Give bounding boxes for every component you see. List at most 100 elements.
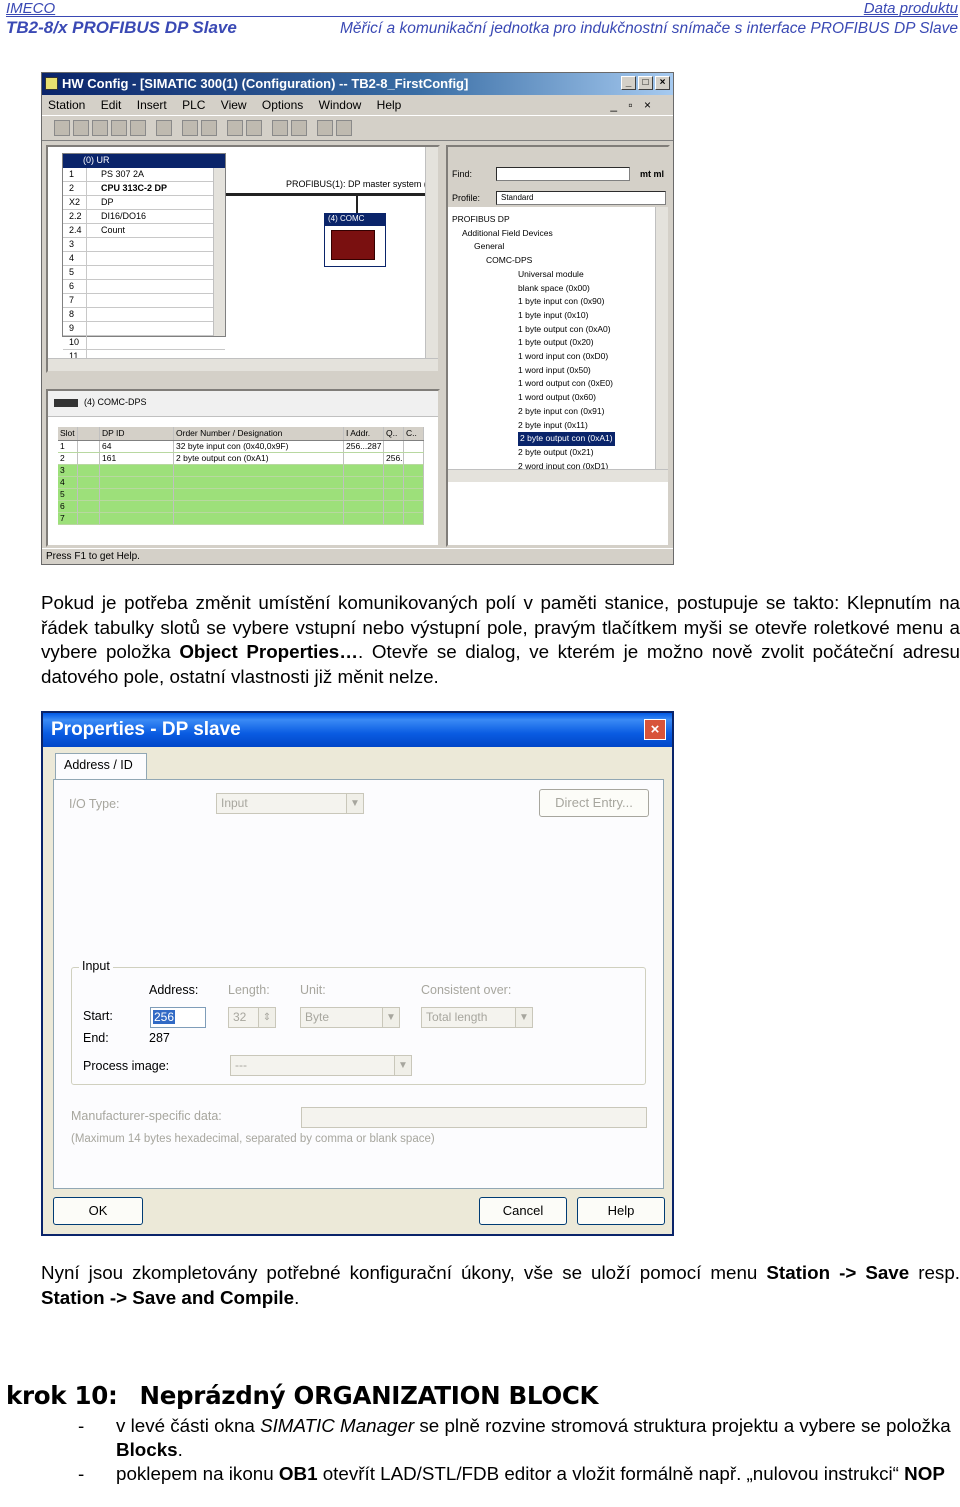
catalog-tree-item[interactable]: 2 byte output (0x21) xyxy=(452,446,652,460)
mdi-buttons[interactable]: _ ▫ × xyxy=(610,98,655,112)
table-row[interactable]: 4 xyxy=(58,477,424,489)
catalog-vertical-scrollbar[interactable] xyxy=(655,207,668,469)
slave-device[interactable]: (4) COMC xyxy=(324,213,386,267)
rack-slot: 9 xyxy=(63,322,87,335)
catalog-icon[interactable] xyxy=(291,120,307,136)
column-header[interactable]: DP ID xyxy=(100,427,174,440)
catalog-tree-item[interactable]: 1 word input con (0xD0) xyxy=(452,350,652,364)
menu-options[interactable]: Options xyxy=(262,98,303,112)
rack-row[interactable]: 2.4 Count xyxy=(63,224,225,238)
dialog-close-icon[interactable]: × xyxy=(644,719,666,740)
rack-row[interactable]: 7 xyxy=(63,294,225,308)
process-image-select[interactable]: --- ▼ xyxy=(230,1055,412,1076)
table-cell xyxy=(384,501,404,512)
help-button[interactable]: Help xyxy=(577,1197,665,1225)
download-icon[interactable] xyxy=(227,120,243,136)
ok-button[interactable]: OK xyxy=(53,1197,143,1225)
rack-row[interactable]: 10 xyxy=(63,336,225,350)
catalog-tree-item[interactable]: Additional Field Devices xyxy=(452,227,652,241)
network-icon[interactable] xyxy=(92,120,108,136)
catalog-find-buttons[interactable]: mt ml xyxy=(640,169,664,179)
unit-select[interactable]: Byte ▼ xyxy=(300,1007,400,1028)
rack-row[interactable]: 5 xyxy=(63,266,225,280)
table-row[interactable]: 1 64 32 byte input con (0x40,0x9F) 256...28… xyxy=(58,441,424,453)
rack-row[interactable]: 9 xyxy=(63,322,225,336)
rack-row[interactable]: 8 xyxy=(63,308,225,322)
catalog-tree-item[interactable]: 2 byte output con (0xA1) xyxy=(452,432,652,446)
start-address-field[interactable]: 256 xyxy=(150,1007,206,1028)
rack-row[interactable]: 4 xyxy=(63,252,225,266)
menu-station[interactable]: Station xyxy=(48,98,85,112)
catalog-tree-item[interactable]: blank space (0x00) xyxy=(452,282,652,296)
catalog-tree-item[interactable]: COMC-DPS xyxy=(452,254,652,268)
rack-scrollbar[interactable] xyxy=(213,168,225,336)
menu-view[interactable]: View xyxy=(221,98,247,112)
catalog-tree-item[interactable]: 2 byte input (0x11) xyxy=(452,419,652,433)
consistent-select[interactable]: Total length ▼ xyxy=(421,1007,533,1028)
unit-value: Byte xyxy=(305,1010,330,1024)
open-icon[interactable] xyxy=(73,120,89,136)
table-cell: 256... xyxy=(386,453,404,464)
menu-plc[interactable]: PLC xyxy=(182,98,205,112)
catalog-tree-item[interactable]: Universal module xyxy=(452,268,652,282)
overview-icon[interactable] xyxy=(272,120,288,136)
column-header[interactable]: Order Number / Designation xyxy=(174,427,344,440)
catalog-profile-select[interactable]: Standard xyxy=(496,191,666,205)
table-row[interactable]: 2 1612 byte output con (0xA1) 256... xyxy=(58,453,424,465)
rack-row[interactable]: X2 DP xyxy=(63,196,225,210)
catalog-horizontal-scrollbar[interactable] xyxy=(448,469,668,482)
catalog-tree-item[interactable]: 1 byte output (0x20) xyxy=(452,336,652,350)
menu-insert[interactable]: Insert xyxy=(137,98,167,112)
column-header[interactable]: I Addr. xyxy=(344,427,384,440)
io-type-select[interactable]: Input ▼ xyxy=(216,793,364,814)
catalog-tree-item[interactable]: 1 word output con (0xE0) xyxy=(452,377,652,391)
catalog-tree-item[interactable]: PROFIBUS DP xyxy=(452,213,652,227)
catalog-tree-item[interactable]: 1 word input (0x50) xyxy=(452,364,652,378)
cancel-button[interactable]: Cancel xyxy=(479,1197,567,1225)
back-forward-icon[interactable] xyxy=(54,399,78,407)
direct-entry-button[interactable]: Direct Entry... xyxy=(539,789,649,817)
length-stepper[interactable]: 32 ⇕ xyxy=(228,1007,276,1028)
table-cell xyxy=(404,453,424,464)
whats-this-icon[interactable] xyxy=(336,120,352,136)
catalog-tree-item[interactable]: 2 byte input con (0x91) xyxy=(452,405,652,419)
menu-edit[interactable]: Edit xyxy=(101,98,122,112)
menu-window[interactable]: Window xyxy=(319,98,362,112)
catalog-tree-item[interactable]: 1 byte output con (0xA0) xyxy=(452,323,652,337)
table-row[interactable]: 6 xyxy=(58,501,424,513)
copy-icon[interactable] xyxy=(182,120,198,136)
table-row[interactable]: 3 xyxy=(58,465,424,477)
catalog-tree-item[interactable]: General xyxy=(452,240,652,254)
manufacturer-data-field[interactable] xyxy=(301,1107,647,1128)
table-row[interactable]: 5 xyxy=(58,489,424,501)
station-vertical-scrollbar[interactable] xyxy=(425,147,438,371)
catalog-tree-item[interactable]: 1 word output (0x60) xyxy=(452,391,652,405)
catalog-tree-item[interactable]: 1 byte input (0x10) xyxy=(452,309,652,323)
menu-help[interactable]: Help xyxy=(377,98,402,112)
column-header[interactable] xyxy=(78,427,100,440)
rack-row[interactable]: 2 CPU 313C-2 DP xyxy=(63,182,225,196)
netpro-icon[interactable] xyxy=(317,120,333,136)
station-horizontal-scrollbar[interactable] xyxy=(48,358,438,371)
column-header[interactable]: Q.. xyxy=(384,427,404,440)
table-row[interactable]: 7 xyxy=(58,513,424,525)
tab-address-id[interactable]: Address / ID xyxy=(55,753,147,779)
compile-icon[interactable] xyxy=(130,120,146,136)
print-icon[interactable] xyxy=(156,120,172,136)
paste-icon[interactable] xyxy=(201,120,217,136)
rack-row[interactable]: 2.2 DI16/DO16 xyxy=(63,210,225,224)
save-icon[interactable] xyxy=(111,120,127,136)
catalog-find-input[interactable] xyxy=(496,167,630,181)
new-icon[interactable] xyxy=(54,120,70,136)
upload-icon[interactable] xyxy=(246,120,262,136)
minimize-icon[interactable]: _ xyxy=(621,76,636,90)
catalog-tree-item[interactable]: 1 byte input con (0x90) xyxy=(452,295,652,309)
maximize-icon[interactable]: □ xyxy=(638,76,653,90)
column-header[interactable]: C.. xyxy=(404,427,424,440)
column-header[interactable]: Slot xyxy=(58,427,78,440)
close-icon[interactable]: × xyxy=(655,76,670,90)
catalog-tree-label: 2 byte output (0x21) xyxy=(518,446,594,457)
rack-row[interactable]: 3 xyxy=(63,238,225,252)
rack-row[interactable]: 6 xyxy=(63,280,225,294)
rack-row[interactable]: 1 PS 307 2A xyxy=(63,168,225,182)
